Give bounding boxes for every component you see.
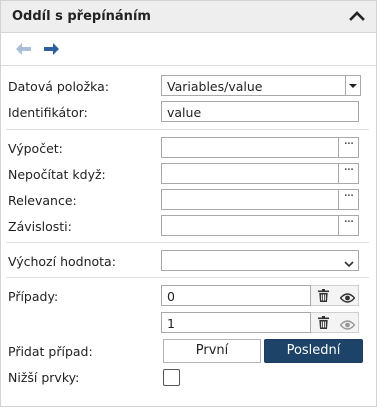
case-tools — [311, 285, 359, 306]
add-last-button[interactable]: Poslední — [264, 339, 363, 363]
data-item-row: Datová položka: Variables/value — [0, 75, 375, 99]
section-divider — [6, 129, 369, 130]
identifier-input[interactable]: value — [161, 101, 359, 122]
dependencies-label: Závislosti: — [8, 219, 72, 234]
ellipsis-button[interactable]: ··· — [338, 164, 358, 183]
eye-icon[interactable] — [339, 318, 356, 330]
identifier-label: Identifikátor: — [8, 105, 88, 120]
calculation-row: Výpočet: ··· — [0, 137, 375, 161]
panel-title: Oddíl s přepínáním — [12, 9, 151, 24]
trash-icon[interactable] — [318, 316, 329, 329]
identifier-value: value — [167, 105, 202, 120]
default-value-row: Výchozí hodnota: — [0, 250, 375, 274]
lower-items-label: Nižší prvky: — [8, 370, 80, 385]
chevron-up-icon[interactable] — [348, 7, 366, 25]
data-item-dropdown[interactable]: Variables/value — [161, 75, 361, 96]
cases-label: Případy: — [8, 289, 59, 304]
toolbar — [1, 33, 376, 66]
trash-icon[interactable] — [318, 289, 329, 302]
section-divider — [6, 277, 369, 278]
case-input[interactable]: 1 — [161, 312, 311, 333]
not-calc-row: Nepočítat když: ··· — [0, 163, 375, 187]
case-value: 0 — [167, 289, 175, 304]
section-divider — [6, 242, 369, 243]
arrow-left-icon[interactable] — [16, 42, 32, 56]
calculation-input[interactable]: ··· — [161, 137, 359, 158]
relevance-label: Relevance: — [8, 193, 77, 208]
lower-items-row: Nižší prvky: — [0, 366, 375, 390]
relevance-input[interactable]: ··· — [161, 189, 359, 210]
ellipsis-button[interactable]: ··· — [338, 216, 358, 235]
data-item-label: Datová položka: — [8, 79, 110, 94]
lower-items-checkbox[interactable] — [163, 369, 180, 386]
panel-header[interactable]: Oddíl s přepínáním — [1, 1, 376, 33]
case-value: 1 — [167, 316, 175, 331]
arrow-right-icon[interactable] — [43, 42, 59, 56]
case-input[interactable]: 0 — [161, 285, 311, 306]
add-first-button[interactable]: První — [163, 339, 261, 363]
data-item-value: Variables/value — [167, 79, 263, 94]
relevance-row: Relevance: ··· — [0, 189, 375, 213]
dependencies-input[interactable]: ··· — [161, 215, 359, 236]
identifier-row: Identifikátor: value — [0, 101, 375, 125]
case-tools — [311, 312, 359, 333]
chevron-down-icon — [344, 256, 354, 268]
eye-icon[interactable] — [339, 291, 356, 303]
default-value-label: Výchozí hodnota: — [8, 254, 116, 269]
not-calc-input[interactable]: ··· — [161, 163, 359, 184]
dropdown-arrow-icon[interactable] — [345, 76, 360, 95]
add-case-label: Přidat případ: — [8, 344, 93, 359]
ellipsis-button[interactable]: ··· — [338, 190, 358, 209]
dependencies-row: Závislosti: ··· — [0, 215, 375, 239]
not-calc-label: Nepočítat když: — [8, 167, 106, 182]
ellipsis-button[interactable]: ··· — [338, 138, 358, 157]
calculation-label: Výpočet: — [8, 141, 63, 156]
default-value-select[interactable] — [161, 250, 359, 271]
